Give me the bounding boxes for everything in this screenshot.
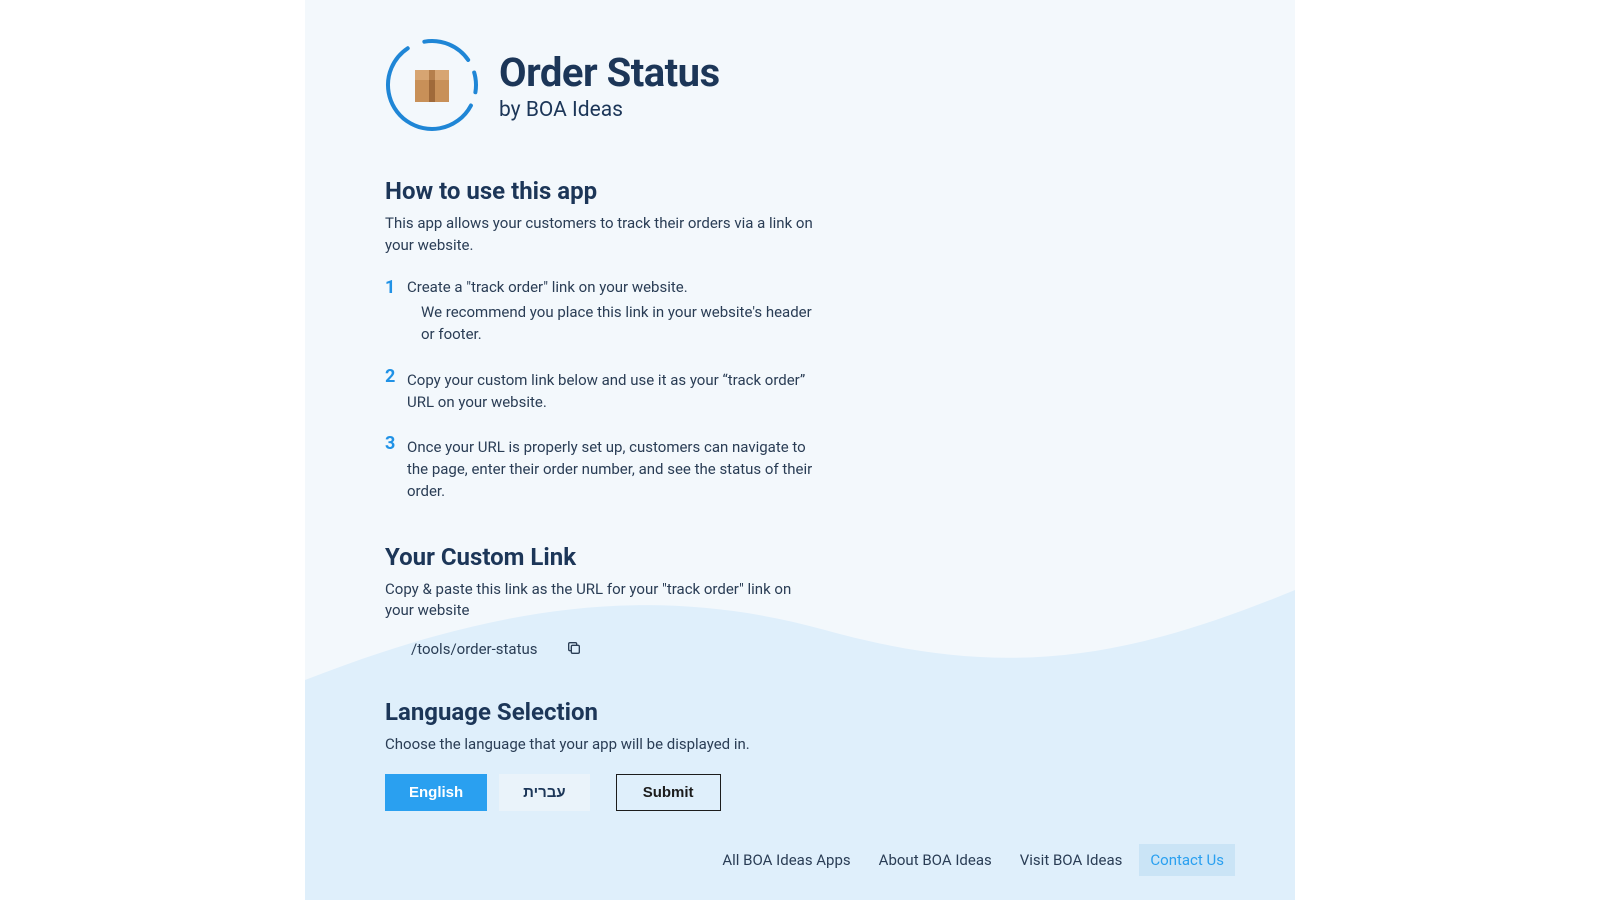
step-1: 1 Create a "track order" link on your we… [385,277,815,346]
language-option-english[interactable]: English [385,774,487,811]
package-icon [409,62,455,108]
step-number: 3 [385,433,397,502]
app-title: Order Status [499,49,720,96]
customlink-heading: Your Custom Link [385,543,815,571]
app-logo [385,38,479,132]
customlink-value: /tools/order-status [411,640,538,658]
footer-link-all-apps[interactable]: All BOA Ideas Apps [711,844,861,876]
howto-section: How to use this app This app allows your… [385,177,815,503]
step-number: 2 [385,366,397,414]
app-byline: by BOA Ideas [499,98,720,122]
language-desc: Choose the language that your app will b… [385,734,1215,756]
howto-heading: How to use this app [385,177,815,205]
step-text: Create a "track order" link on your webs… [407,278,688,296]
language-option-hebrew[interactable]: עברית [499,774,590,811]
footer-link-visit[interactable]: Visit BOA Ideas [1009,844,1134,876]
footer-link-contact[interactable]: Contact Us [1139,844,1235,876]
copy-icon [566,640,582,656]
language-heading: Language Selection [385,698,1215,726]
footer-link-about[interactable]: About BOA Ideas [868,844,1003,876]
step-3: 3 Once your URL is properly set up, cust… [385,433,815,502]
copy-button[interactable] [566,640,584,658]
step-text: Once your URL is properly set up, custom… [407,437,815,502]
step-2: 2 Copy your custom link below and use it… [385,366,815,414]
footer-nav: All BOA Ideas Apps About BOA Ideas Visit… [711,844,1235,876]
step-text: Copy your custom link below and use it a… [407,370,815,414]
customlink-section: Your Custom Link Copy & paste this link … [385,543,815,659]
language-section: Language Selection Choose the language t… [385,698,1215,811]
howto-intro: This app allows your customers to track … [385,213,815,257]
customlink-desc: Copy & paste this link as the URL for yo… [385,579,815,623]
step-number: 1 [385,277,397,346]
step-subtext: We recommend you place this link in your… [407,302,815,346]
submit-button[interactable]: Submit [616,774,721,811]
app-header: Order Status by BOA Ideas [385,38,1215,132]
